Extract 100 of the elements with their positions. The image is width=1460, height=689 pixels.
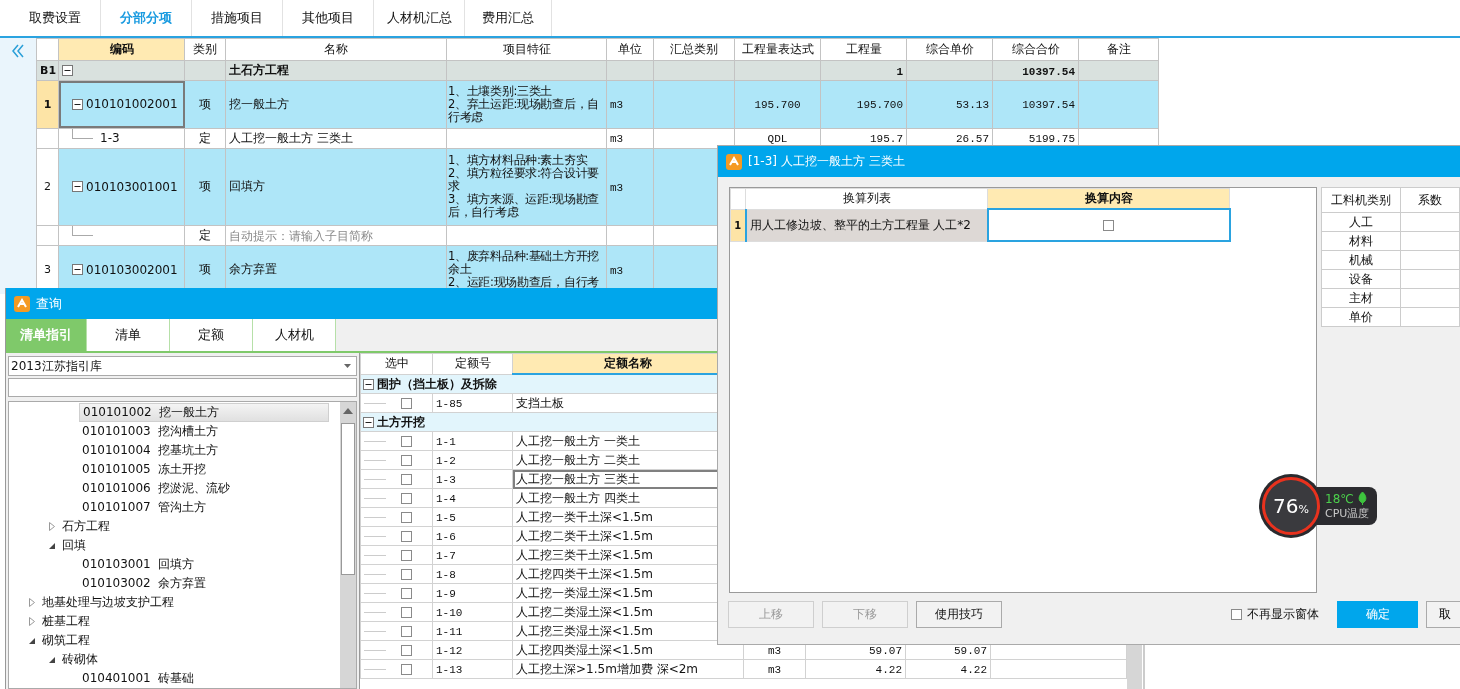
tree-item[interactable]: 010101005 冻土开挖 [79,461,210,478]
tree-item[interactable]: 石方工程 [59,518,113,535]
table-cell: 1-2 [436,455,456,467]
collapse-icon[interactable] [72,98,83,110]
collapse-icon[interactable] [72,181,83,193]
column-header[interactable]: 综合单价 [906,38,993,61]
scroll-up-icon[interactable] [343,408,353,414]
double-chevron-icon[interactable] [11,44,25,58]
column-header[interactable]: 定额号 [432,353,513,374]
tab[interactable]: 其他项目 [283,0,374,36]
tree-item[interactable]: 砖砌体 [59,651,101,668]
checkbox[interactable] [401,549,412,561]
tree-item[interactable]: 桩基工程 [39,613,93,630]
column-header[interactable]: 综合合价 [992,38,1079,61]
checkbox[interactable] [401,511,412,523]
tree-item[interactable]: 砌筑工程 [39,632,93,649]
checkbox-label[interactable]: 不再显示窗体 [1247,606,1319,623]
table-cell: 1 [896,65,903,78]
tree-item[interactable]: 010101006 挖淤泥、流砂 [79,480,234,497]
table-cell: m3 [610,99,624,112]
tab[interactable]: 定额 [170,319,253,351]
checkbox[interactable] [401,492,412,504]
column-header[interactable]: 选中 [360,353,433,374]
tree-line [364,516,386,518]
table-cell: 1-3 [436,474,456,486]
table-cell-text: 1、土壤类别:三类土 2、弃土运距:现场勘查后，自行考虑 [448,84,600,124]
tree-item[interactable]: 010101007 管沟土方 [79,499,210,516]
table-cell: 10397.54 [1022,99,1075,112]
tab[interactable]: 取费设置 [10,0,101,36]
column-header[interactable]: 工程量 [820,38,907,61]
button[interactable]: 使用技巧 [916,601,1002,628]
column-header[interactable]: 备注 [1078,38,1159,61]
checkbox[interactable] [1103,220,1114,231]
collapse-icon[interactable] [363,416,374,428]
table-cell: 10397.54 [1022,65,1075,78]
checkbox[interactable] [401,663,412,675]
tab[interactable]: 措施项目 [192,0,283,36]
table-cell: 设备 [1349,271,1374,286]
button[interactable]: 取 [1426,601,1460,628]
tab[interactable]: 费用汇总 [465,0,552,36]
checkbox[interactable] [401,397,412,409]
collapse-icon[interactable] [72,264,83,276]
table-cell: 项 [199,96,211,111]
scrollbar[interactable] [340,402,356,688]
code-text: 1-3 [100,131,120,146]
column-header[interactable]: 汇总类别 [653,38,735,61]
collapse-icon[interactable] [62,65,73,76]
checkbox[interactable] [401,568,412,580]
checkbox[interactable] [401,530,412,542]
table-cell: 195.700 [856,99,903,112]
tab[interactable]: 人材机汇总 [374,0,465,36]
column-header[interactable]: 工程量表达式 [734,38,821,61]
table-cell: 机械 [1349,252,1374,267]
tab[interactable]: 人材机 [253,319,336,351]
checkbox[interactable] [401,473,412,485]
row-number: 2 [36,148,59,226]
column-header[interactable]: 项目特征 [446,38,607,61]
table-cell: 材料 [1349,233,1374,248]
tree-item[interactable]: 010101003 挖沟槽土方 [79,423,222,440]
tab[interactable]: 清单 [87,319,170,351]
row-number: B1 [36,60,59,81]
checkbox[interactable] [401,454,412,466]
checkbox[interactable] [1231,609,1242,620]
tree-item[interactable]: 010401001 砖基础 [79,670,198,687]
column-header[interactable]: 名称 [225,38,447,61]
table-cell: 单价 [1349,309,1374,324]
expanded-triangle-icon[interactable] [27,636,36,645]
checkbox[interactable] [401,606,412,618]
checkbox[interactable] [401,435,412,447]
expanded-triangle-icon[interactable] [47,541,56,550]
column-header[interactable]: 编码 [58,38,185,61]
column-header[interactable]: 换算列表 [745,188,988,209]
table-cell: 59.07 [954,645,987,657]
cpu-gauge[interactable]: 76% [1262,477,1320,535]
tree-item[interactable]: 010101004 挖基坑土方 [79,442,222,459]
group-title: 土方开挖 [377,413,425,431]
collapsed-triangle-icon[interactable] [27,617,36,626]
checkbox[interactable] [401,587,412,599]
table-cell: 26.57 [956,133,989,146]
column-header[interactable]: 单位 [606,38,654,61]
library-dropdown[interactable]: 2013江苏指引库 [8,356,357,377]
tree-line [364,611,386,613]
leaf-icon [1357,492,1367,505]
table-cell[interactable]: 支挡土板 [516,395,564,410]
collapsed-triangle-icon[interactable] [47,522,56,531]
checkbox[interactable] [401,644,412,656]
search-field[interactable] [8,378,357,397]
table-cell: 59.07 [869,645,902,657]
column-header[interactable]: 类别 [184,38,226,61]
tree-item[interactable]: 010103001 回填方 [79,556,198,573]
collapse-icon[interactable] [363,378,374,390]
table-cell: 人工 [1349,214,1374,229]
expanded-triangle-icon[interactable] [47,655,56,664]
checkbox[interactable] [401,625,412,637]
collapsed-triangle-icon[interactable] [27,598,36,607]
tree-item[interactable]: 回填 [59,537,89,554]
tree-item[interactable]: 010103002 余方弃置 [79,575,210,592]
tree-item[interactable]: 地基处理与边坡支护工程 [39,594,177,611]
tree-item[interactable]: 010101002 挖一般土方 [79,403,329,422]
table-cell: 5199.75 [1028,133,1075,146]
